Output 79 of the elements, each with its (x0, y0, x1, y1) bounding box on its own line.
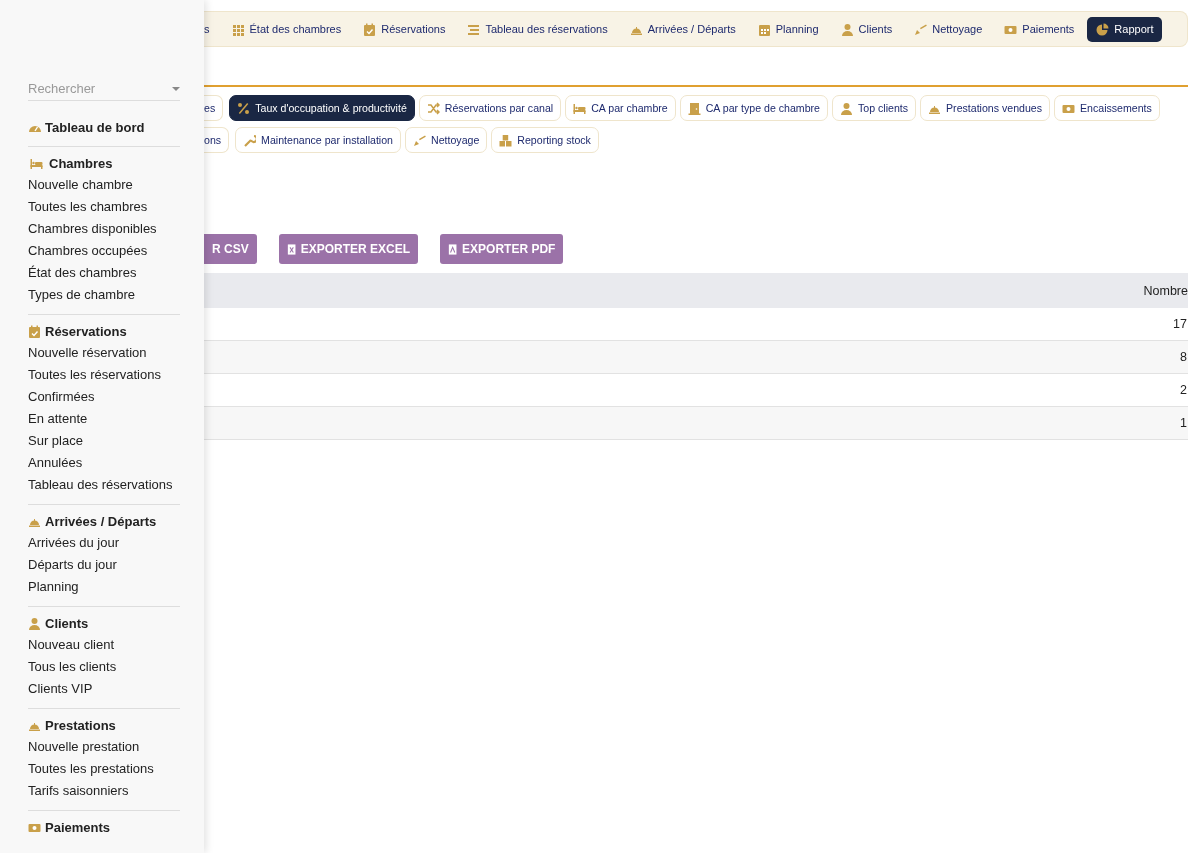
sidebar-item[interactable]: Chambres occupées (28, 240, 180, 262)
report-tab[interactable]: ons (204, 127, 230, 153)
sidebar-item[interactable]: Toutes les réservations (28, 364, 180, 386)
sidebar-item[interactable]: Confirmées (28, 386, 180, 408)
sidebar-item[interactable]: Tableau des réservations (28, 474, 180, 496)
table-cell: 2 (204, 373, 1188, 407)
calendar-check-icon (28, 325, 41, 338)
sidebar-item[interactable]: Chambres disponibles (28, 218, 180, 240)
sidebar-item[interactable]: Nouvelle prestation (28, 736, 180, 758)
sidebar-item[interactable]: Annulées (28, 452, 180, 474)
table-cell: 17 (204, 308, 1188, 341)
calendar-check-icon (363, 22, 377, 36)
broom-icon (914, 22, 928, 36)
person-icon (839, 101, 853, 115)
export-button[interactable]: EXPORTER PDF (440, 234, 564, 264)
report-tab[interactable]: CA par type de chambre (679, 95, 828, 121)
nav-tab[interactable]: Rapport (1087, 16, 1163, 42)
file-icon (286, 242, 298, 256)
nav-tab[interactable]: Nettoyage (905, 16, 992, 42)
sidebar-item[interactable]: Tarifs saisonniers (28, 780, 180, 802)
column-header: Nombre (204, 273, 1188, 308)
sidebar-item[interactable]: État des chambres (28, 262, 180, 284)
report-tab[interactable]: Réservations par canal (418, 95, 562, 121)
sidebar-heading[interactable]: Paiements (45, 820, 111, 835)
table-cell: 1 (204, 406, 1188, 440)
pie-chart-icon (1096, 22, 1110, 36)
calendar-icon (757, 22, 771, 36)
sidebar-item[interactable]: Sur place (28, 430, 180, 452)
sidebar-heading[interactable]: Arrivées / Départs (45, 514, 157, 529)
sidebar-item[interactable]: Toutes les chambres (28, 196, 180, 218)
person-icon (840, 22, 854, 36)
list-icon (467, 22, 481, 36)
nav-tab[interactable]: Planning (748, 16, 828, 42)
sidebar-heading[interactable]: Prestations (45, 718, 116, 733)
grid-icon (231, 22, 245, 36)
nav-tab[interactable]: État des chambres (222, 16, 351, 42)
sidebar-heading[interactable]: Réservations (45, 324, 127, 339)
report-tab[interactable]: Reporting stock (491, 127, 599, 153)
export-button[interactable]: EXPORTER EXCEL (278, 234, 419, 264)
sidebar-item[interactable]: Planning (28, 576, 180, 598)
report-tab[interactable]: CA par chambre (565, 95, 676, 121)
percent-icon (237, 101, 251, 115)
report-tab[interactable]: Encaissements (1054, 95, 1160, 121)
sidebar-item[interactable]: Tous les clients (28, 656, 180, 678)
sidebar-heading[interactable]: Clients (45, 616, 89, 631)
nav-tab[interactable]: s (204, 17, 219, 41)
nav-tab[interactable]: Réservations (354, 16, 455, 42)
shuffle-icon (426, 101, 440, 115)
caret-icon (172, 86, 180, 91)
sidebar-item[interactable]: En attente (28, 408, 180, 430)
sidebar-item[interactable]: Toutes les prestations (28, 758, 180, 780)
banknote-icon (28, 821, 41, 834)
nav-tab[interactable]: Tableau des réservations (458, 16, 617, 42)
report-tab[interactable]: es (204, 95, 224, 121)
sidebar-heading[interactable]: Tableau de bord (45, 120, 145, 135)
bed-icon (573, 101, 587, 115)
person-icon (28, 617, 41, 630)
sidebar-item[interactable]: Nouvelle chambre (28, 174, 180, 196)
table-cell: 8 (204, 340, 1188, 374)
boxes-icon (499, 133, 513, 147)
sidebar-heading[interactable]: Chambres (49, 156, 113, 171)
sidebar-item[interactable]: Types de chambre (28, 284, 180, 306)
sidebar-item[interactable]: Arrivées du jour (28, 532, 180, 554)
sidebar-item[interactable]: Départs du jour (28, 554, 180, 576)
nav-tab[interactable]: Arrivées / Départs (620, 16, 745, 42)
bed-icon (28, 157, 45, 170)
report-tab[interactable]: Top clients (831, 95, 917, 121)
report-tab[interactable]: Nettoyage (405, 127, 488, 153)
door-icon (687, 101, 701, 115)
nav-tab[interactable]: Clients (831, 16, 902, 42)
broom-icon (413, 133, 426, 147)
sidebar-item[interactable]: Clients VIP (28, 678, 180, 700)
export-button[interactable]: R CSV (204, 234, 257, 264)
nav-tab[interactable]: Paiements (995, 16, 1084, 42)
report-tab[interactable]: Taux d'occupation & productivité (229, 95, 415, 121)
report-tab[interactable]: Maintenance par installation (235, 127, 401, 153)
sidebar-item[interactable]: Nouvelle réservation (28, 342, 180, 364)
sidebar-item[interactable]: Nouveau client (28, 634, 180, 656)
report-tab[interactable]: Prestations vendues (920, 95, 1051, 121)
